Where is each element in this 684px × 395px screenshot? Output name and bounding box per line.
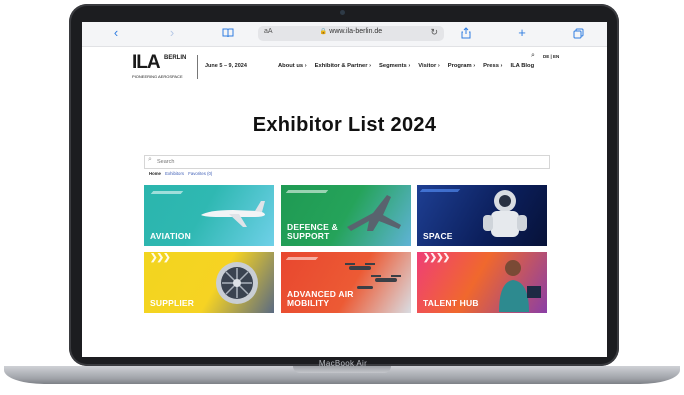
tile-defence-support[interactable]: DEFENCE & SUPPORT [281,185,411,246]
nav-blog[interactable]: ILA Blog [511,63,535,69]
search-input[interactable] [157,157,537,166]
plus-icon[interactable]: + [514,25,530,41]
fighter-jet-icon [347,195,401,231]
exhibitor-search[interactable]: ⌕ [144,155,550,169]
chevron-right-icon[interactable]: › [164,25,180,41]
tile-label: AVIATION [150,231,191,241]
tile-aviation[interactable]: AVIATION [144,185,274,246]
browser-toolbar: ‹ › aA 🔒 www.ila-berlin.de ↻ + [82,22,607,47]
address-bar[interactable]: aA 🔒 www.ila-berlin.de ↻ [258,26,444,41]
reload-icon[interactable]: ↻ [430,27,438,38]
model-label: MacBook Air [318,359,368,368]
book-icon[interactable] [220,25,236,41]
url-text: 🔒 www.ila-berlin.de [258,28,444,35]
tile-talent-hub[interactable]: ❯❯❯❯ TALENT HUB [417,252,547,313]
tile-label: TALENT HUB [423,298,479,308]
page-title: Exhibitor List 2024 [252,114,437,136]
lock-icon: 🔒 [319,29,328,35]
stripe-decoration [285,257,319,260]
logo-divider [197,55,198,79]
tile-label: DEFENCE & SUPPORT [287,222,338,241]
chevrons-decoration: ❯❯❯ [150,252,171,262]
nav-exhibitor-partner[interactable]: Exhibitor & Partner › [315,63,371,69]
stripe-decoration [419,189,461,192]
nav-visitor[interactable]: Visitor › [418,63,439,69]
astronaut-icon [483,190,527,237]
jet-engine-icon [216,262,258,304]
nav-segments[interactable]: Segments › [379,63,410,69]
search-icon: ⌕ [148,156,152,163]
logo-main: ILA [132,52,161,73]
nav-about[interactable]: About us › [278,63,307,69]
breadcrumb-favorites[interactable]: Favorites (0) [188,171,212,176]
chevron-left-icon[interactable]: ‹ [108,25,124,41]
site-header: ILA BERLIN PIONEERING AEROSPACE June 5 –… [82,46,607,88]
screen: ‹ › aA 🔒 www.ila-berlin.de ↻ + ILA BERLI… [82,22,607,357]
tile-label: ADVANCED AIR MOBILITY [287,289,354,308]
url-value: www.ila-berlin.de [329,28,383,35]
search-icon[interactable]: ⌕ [531,52,535,60]
tile-advanced-air-mobility[interactable]: ADVANCED AIR MOBILITY [281,252,411,313]
language-switch[interactable]: DE | EN [543,54,559,59]
chevrons-decoration: ❯❯❯❯ [423,252,450,262]
stripe-decoration [150,191,184,194]
tile-space[interactable]: SPACE [417,185,547,246]
logo-city: BERLIN [164,55,187,61]
main-nav: About us › Exhibitor & Partner › Segment… [278,63,534,69]
event-dates: June 5 – 9, 2024 [205,63,247,69]
nav-program[interactable]: Program › [448,63,475,69]
logo-tagline: PIONEERING AEROSPACE [132,74,183,79]
nav-press[interactable]: Press › [483,63,502,69]
camera [340,10,345,15]
tile-supplier[interactable]: ❯❯❯ SUPPLIER [144,252,274,313]
stripe-decoration [285,190,329,193]
airplane-icon [201,201,265,227]
ila-logo[interactable]: ILA BERLIN PIONEERING AEROSPACE [132,52,190,82]
breadcrumb-home[interactable]: Home [149,171,161,176]
person-icon [499,260,541,312]
tabs-icon[interactable] [570,25,586,41]
tile-label: SPACE [423,231,453,241]
breadcrumb: Home Exhibitors Favorites (0) [149,171,215,176]
breadcrumb-exhibitors[interactable]: Exhibitors [165,171,184,176]
share-icon[interactable] [458,25,474,41]
tile-label: SUPPLIER [150,298,195,308]
